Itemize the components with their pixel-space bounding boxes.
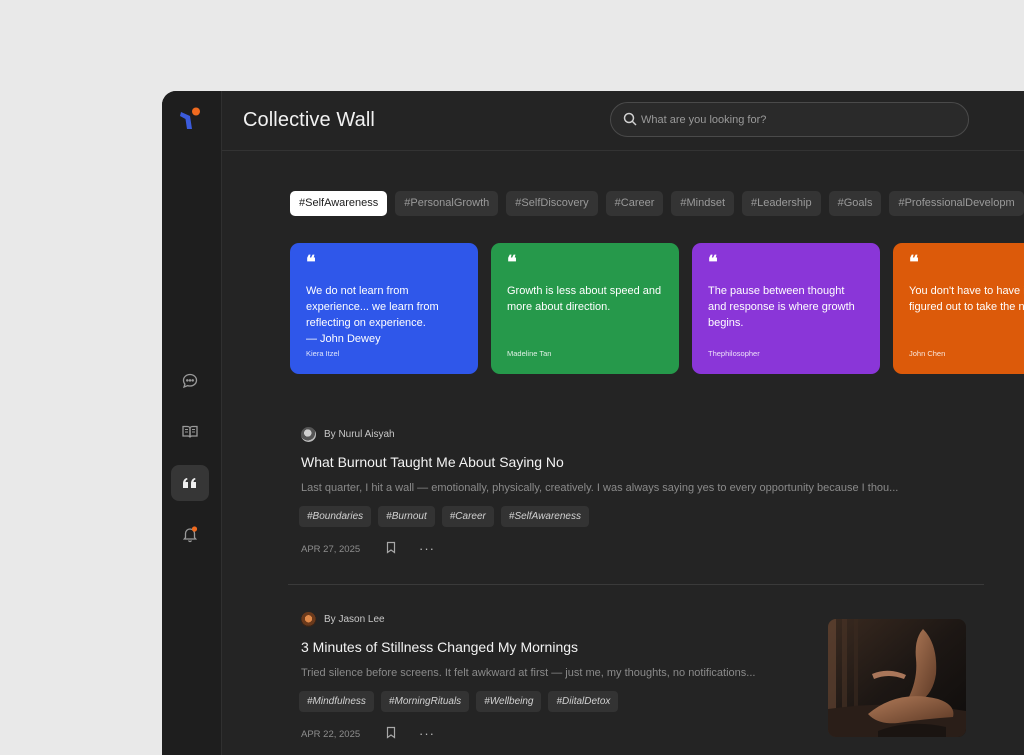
tag-filter-goals[interactable]: #Goals (828, 191, 882, 216)
quote-text: We do not learn from experience... we le… (306, 285, 439, 345)
article-date: APR 22, 2025 (301, 728, 361, 740)
author-name: By Jason Lee (324, 614, 385, 625)
quote-author: Kiera Itzel (306, 349, 340, 358)
article-tag[interactable]: #Mindfulness (299, 691, 374, 712)
sidebar-item-notifications[interactable] (171, 516, 209, 552)
article-tag[interactable]: #DiitalDetox (548, 691, 619, 712)
quote-mark-icon: ❝ (909, 252, 919, 273)
app-window: Collective Wall #SelfAwareness #Personal… (162, 91, 1024, 755)
search-icon (623, 112, 637, 131)
sidebar-item-library[interactable] (171, 414, 209, 450)
quote-card[interactable]: ❝ Growth is less about speed and more ab… (491, 243, 679, 374)
article-meta: APR 27, 2025 ··· (301, 541, 1001, 557)
bell-icon (181, 525, 199, 543)
bookmark-icon[interactable] (385, 726, 397, 742)
quote-cards-row: ❝ We do not learn from experience... we … (290, 243, 1024, 374)
more-options-icon[interactable]: ··· (419, 542, 435, 555)
quote-card[interactable]: ❝ The pause between thought and response… (692, 243, 880, 374)
article-tag[interactable]: #SelfAwareness (500, 506, 589, 527)
article-date: APR 27, 2025 (301, 543, 361, 555)
article-thumbnail[interactable] (828, 619, 966, 737)
quote-author: Madeline Tan (507, 349, 552, 358)
author-name: By Nurul Aisyah (324, 429, 395, 440)
tag-filter-row: #SelfAwareness #PersonalGrowth #SelfDisc… (290, 191, 1024, 216)
quote-text: The pause between thought and response i… (708, 285, 855, 329)
tag-filter-selfdiscovery[interactable]: #SelfDiscovery (506, 191, 598, 216)
article-tag[interactable]: #Career (441, 506, 494, 527)
open-book-icon (181, 423, 199, 441)
tag-filter-selfawareness[interactable]: #SelfAwareness (290, 191, 388, 216)
article-divider (288, 584, 984, 585)
tag-filter-career[interactable]: #Career (605, 191, 664, 216)
quote-card[interactable]: ❝ We do not learn from experience... we … (290, 243, 478, 374)
article-tag[interactable]: #Burnout (378, 506, 435, 527)
tag-filter-mindset[interactable]: #Mindset (671, 191, 735, 216)
search-input[interactable] (641, 103, 951, 136)
top-header: Collective Wall (222, 91, 1024, 151)
avatar (301, 612, 316, 627)
article-tags: #Boundaries #Burnout #Career #SelfAwaren… (299, 506, 1001, 527)
article-excerpt: Last quarter, I hit a wall — emotionally… (301, 482, 899, 494)
article-card[interactable]: By Nurul Aisyah What Burnout Taught Me A… (299, 427, 1001, 557)
sidebar-item-messages[interactable] (171, 363, 209, 399)
quote-mark-icon: ❝ (708, 252, 718, 273)
quote-author: John Chen (909, 349, 946, 358)
chat-bubble-icon (181, 372, 199, 390)
tag-filter-personalgrowth[interactable]: #PersonalGrowth (395, 191, 499, 216)
article-title[interactable]: What Burnout Taught Me About Saying No (301, 454, 1001, 470)
quote-card[interactable]: ❝ You don't have to have it figured out … (893, 243, 1024, 374)
quote-author: Thephilosopher (708, 349, 760, 358)
bookmark-icon[interactable] (385, 541, 397, 557)
quote-text: Growth is less about speed and more abou… (507, 285, 662, 313)
quote-mark-icon: ❝ (306, 252, 316, 273)
article-byline: By Nurul Aisyah (301, 427, 1001, 442)
tag-filter-professionaldevelopment[interactable]: #ProfessionalDevelopm (889, 191, 1024, 216)
quote-mark-icon: ❝ (507, 252, 517, 273)
quote-text: You don't have to have it figured out to… (909, 285, 1024, 313)
tag-filter-leadership[interactable]: #Leadership (742, 191, 821, 216)
more-options-icon[interactable]: ··· (419, 727, 435, 740)
quote-icon (182, 477, 198, 489)
article-tag[interactable]: #Wellbeing (476, 691, 542, 712)
article-tag[interactable]: #MorningRituals (380, 691, 470, 712)
sidebar-item-quotes[interactable] (171, 465, 209, 501)
avatar (301, 427, 316, 442)
sidebar (162, 91, 222, 755)
page-title: Collective Wall (243, 109, 375, 131)
search-bar[interactable] (610, 102, 969, 137)
app-logo[interactable] (179, 107, 203, 131)
article-tag[interactable]: #Boundaries (299, 506, 372, 527)
